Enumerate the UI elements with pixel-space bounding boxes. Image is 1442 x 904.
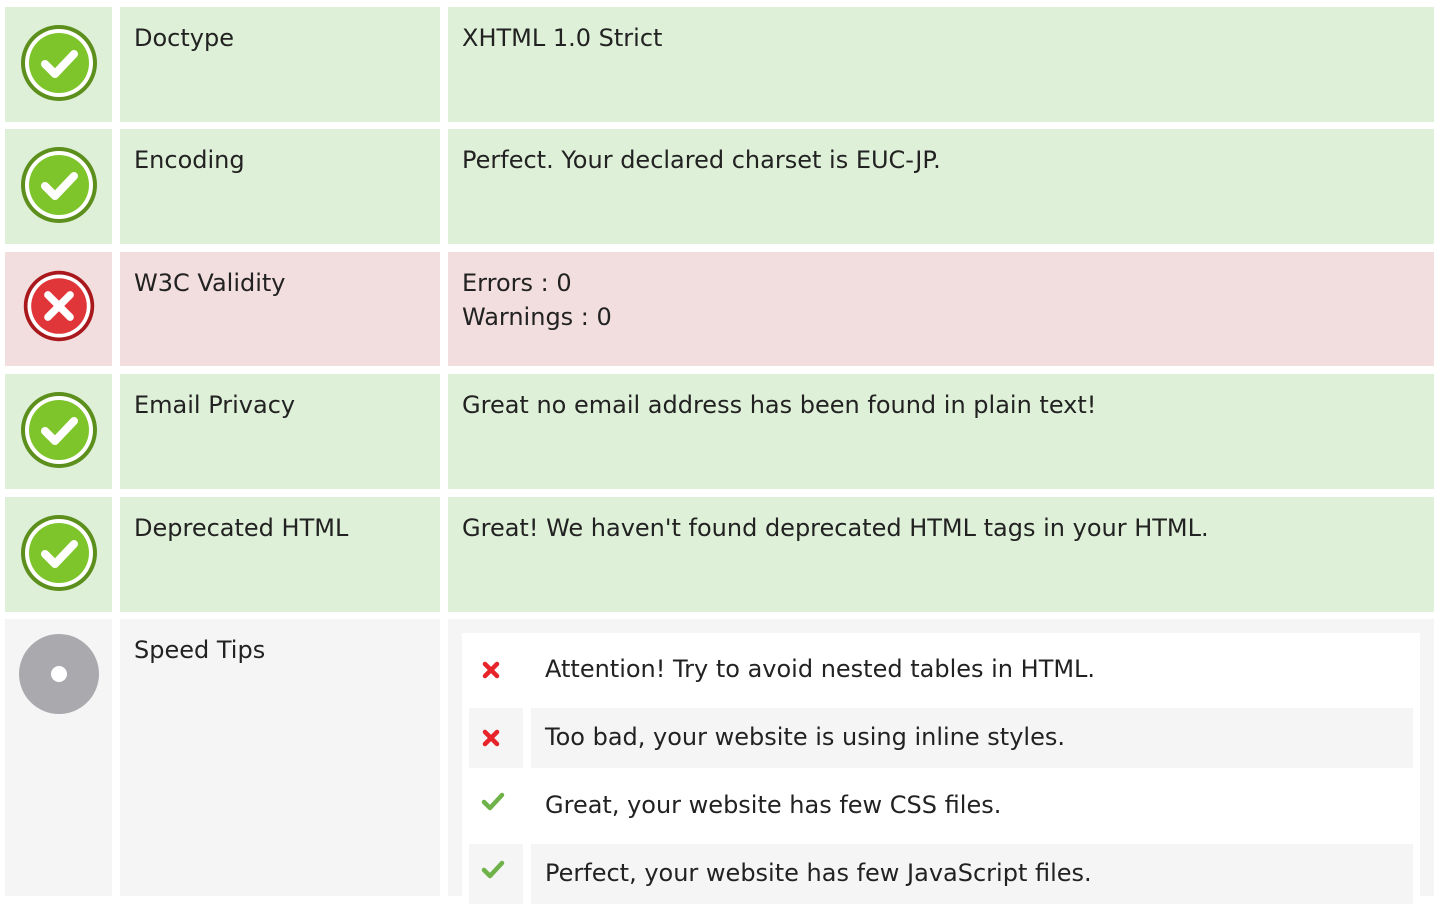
check-label: Speed Tips <box>134 636 266 664</box>
check-label-cell: Doctype <box>120 7 440 122</box>
check-label-cell: Speed Tips <box>120 619 440 896</box>
cross-icon <box>482 729 500 747</box>
check-label-cell: Email Privacy <box>120 374 440 489</box>
check-row-speed-tips: Speed Tips Attention! Try to avoid neste… <box>0 619 1442 904</box>
tip-status-cell <box>469 776 523 836</box>
errors-count: Errors : 0 <box>462 269 572 297</box>
check-value-cell: Perfect. Your declared charset is EUC-JP… <box>448 129 1434 244</box>
speed-tip-item: Perfect, your website has few JavaScript… <box>469 844 1413 904</box>
check-icon <box>481 792 505 811</box>
check-value-cell: XHTML 1.0 Strict <box>448 7 1434 122</box>
check-value-cell: Great! We haven't found deprecated HTML … <box>448 497 1434 612</box>
check-value-cell: Errors : 0 Warnings : 0 <box>448 252 1434 366</box>
check-row-email-privacy: Email Privacy Great no email address has… <box>0 374 1442 489</box>
check-icon <box>481 860 505 879</box>
tip-text-cell: Too bad, your website is using inline st… <box>531 708 1413 768</box>
tip-text: Attention! Try to avoid nested tables in… <box>545 655 1096 683</box>
tip-status-cell <box>469 844 523 904</box>
tip-text-cell: Perfect, your website has few JavaScript… <box>531 844 1413 904</box>
check-value-cell: Great no email address has been found in… <box>448 374 1434 489</box>
speed-tip-item: Great, your website has few CSS files. <box>469 776 1413 836</box>
tip-status-cell <box>469 708 523 768</box>
tip-text-cell: Great, your website has few CSS files. <box>531 776 1413 836</box>
check-value: Great no email address has been found in… <box>462 391 1097 419</box>
cross-icon <box>482 661 500 679</box>
check-label-cell: W3C Validity <box>120 252 440 366</box>
tip-text: Too bad, your website is using inline st… <box>545 723 1065 751</box>
check-value: Perfect. Your declared charset is EUC-JP… <box>462 146 941 174</box>
check-label: W3C Validity <box>134 269 286 297</box>
tip-text: Great, your website has few CSS files. <box>545 791 1002 819</box>
check-circle-icon <box>21 392 97 468</box>
check-value: Great! We haven't found deprecated HTML … <box>462 514 1209 542</box>
check-label: Email Privacy <box>134 391 296 419</box>
tip-text-cell: Attention! Try to avoid nested tables in… <box>531 640 1413 700</box>
check-label-cell: Encoding <box>120 129 440 244</box>
check-row-deprecated-html: Deprecated HTML Great! We haven't found … <box>0 497 1442 612</box>
check-row-doctype: Doctype XHTML 1.0 Strict <box>0 7 1442 122</box>
check-label: Encoding <box>134 146 245 174</box>
tip-text: Perfect, your website has few JavaScript… <box>545 859 1092 887</box>
status-cell <box>5 374 112 489</box>
speed-tip-item: Too bad, your website is using inline st… <box>469 708 1413 768</box>
speed-tip-item: Attention! Try to avoid nested tables in… <box>469 640 1413 700</box>
check-value: Errors : 0 Warnings : 0 <box>462 266 612 334</box>
check-row-w3c-validity: W3C Validity Errors : 0 Warnings : 0 <box>0 252 1442 366</box>
speed-tips-list: Attention! Try to avoid nested tables in… <box>462 633 1420 904</box>
check-circle-icon <box>21 515 97 591</box>
check-label-cell: Deprecated HTML <box>120 497 440 612</box>
info-circle-icon <box>19 634 99 714</box>
check-row-encoding: Encoding Perfect. Your declared charset … <box>0 129 1442 244</box>
check-circle-icon <box>21 147 97 223</box>
status-cell <box>5 252 112 366</box>
check-circle-icon <box>21 25 97 101</box>
status-cell <box>5 497 112 612</box>
check-label: Doctype <box>134 24 234 52</box>
tip-status-cell <box>469 640 523 700</box>
check-value-cell: Attention! Try to avoid nested tables in… <box>448 619 1434 904</box>
check-label: Deprecated HTML <box>134 514 349 542</box>
check-value: XHTML 1.0 Strict <box>462 24 663 52</box>
warnings-count: Warnings : 0 <box>462 303 612 331</box>
status-cell <box>5 619 112 896</box>
status-cell <box>5 7 112 122</box>
cross-circle-icon <box>23 270 95 342</box>
status-cell <box>5 129 112 244</box>
